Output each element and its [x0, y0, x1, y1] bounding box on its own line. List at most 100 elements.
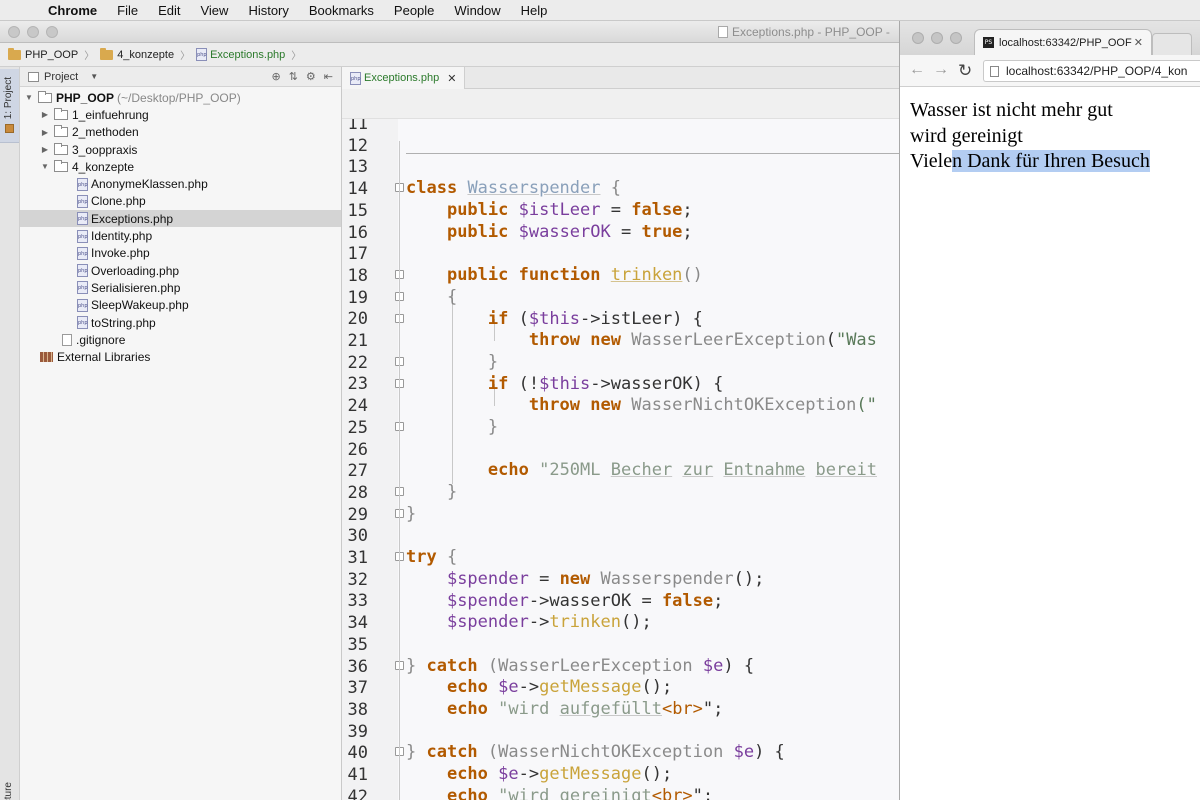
hide-panel-icon[interactable]: ⇤ — [324, 70, 333, 83]
tree-file-selected[interactable]: php Exceptions.php — [20, 210, 341, 228]
menu-help[interactable]: Help — [511, 0, 558, 21]
tree-folder[interactable]: ▶ 2_methoden — [20, 124, 341, 141]
reload-icon[interactable]: ↻ — [958, 61, 972, 81]
tree-file[interactable]: php AnonymeKlassen.php — [20, 175, 341, 192]
collapsed-arrow-icon[interactable]: ▶ — [40, 145, 50, 154]
code-string: " — [487, 699, 509, 719]
ide-window-title-text: Exceptions.php - PHP_OOP - — [732, 25, 890, 39]
code-line-30: try { — [406, 547, 457, 569]
window-minimize-button[interactable] — [27, 26, 39, 38]
tree-folder[interactable]: ▶ 3_ooppraxis — [20, 141, 341, 158]
code-keyword: new — [590, 395, 621, 415]
address-bar[interactable]: localhost:63342/PHP_OOP/4_kon — [983, 60, 1200, 82]
line-number: 25 — [347, 417, 368, 438]
code-keyword: echo — [446, 699, 488, 719]
close-icon[interactable]: ✕ — [447, 72, 456, 85]
menu-bookmarks[interactable]: Bookmarks — [299, 0, 384, 21]
project-tool-tab[interactable]: 1: Project — [0, 69, 19, 143]
line-number: 17 — [347, 244, 368, 265]
tab-exceptions-php[interactable]: php Exceptions.php ✕ — [342, 67, 466, 89]
line-number: 11 — [347, 119, 368, 134]
code-line-22: if (!$this->wasserOK) { — [406, 374, 723, 396]
editor-breadcrumb-strip — [342, 89, 900, 119]
expand-arrow-icon[interactable]: ▼ — [40, 162, 50, 171]
code-punct: ( — [477, 742, 499, 762]
menu-window[interactable]: Window — [444, 0, 510, 21]
breadcrumb-project[interactable]: PHP_OOP — [8, 47, 78, 61]
code-punct: ) { — [723, 656, 755, 676]
menu-view[interactable]: View — [190, 0, 238, 21]
close-icon[interactable]: ✕ — [1134, 36, 1143, 49]
code-punct: ( — [508, 309, 529, 329]
tree-folder[interactable]: ▼ 4_konzepte — [20, 158, 341, 175]
code-punct: } — [446, 482, 458, 502]
code-variable: $e — [702, 656, 724, 676]
collapsed-arrow-icon[interactable]: ▶ — [40, 128, 50, 137]
browser-minimize-button[interactable] — [931, 32, 943, 44]
browser-tab-localhost[interactable]: PS localhost:63342/PHP_OOF ✕ — [974, 29, 1152, 55]
breadcrumb-file[interactable]: php Exceptions.php — [196, 48, 285, 61]
code-keyword: if — [487, 374, 509, 394]
code-line-26: echo "250ML Becher zur Entnahme bereit — [406, 460, 877, 482]
chevron-right-icon: 〉 — [84, 51, 95, 62]
code-class-name: Wasserspender — [467, 178, 601, 198]
breadcrumb-folder[interactable]: 4_konzepte — [100, 47, 174, 61]
code-line-17: public function trinken() — [406, 265, 703, 287]
project-view-selector[interactable]: Project — [44, 71, 78, 83]
folder-icon — [54, 142, 68, 155]
collapsed-arrow-icon[interactable]: ▶ — [40, 110, 50, 119]
folder-icon — [54, 107, 68, 120]
tree-file[interactable]: php Clone.php — [20, 193, 341, 210]
text-file-icon — [62, 333, 72, 346]
tree-file-label: Identity.php — [91, 229, 153, 244]
menu-history[interactable]: History — [238, 0, 298, 21]
browser-zoom-button[interactable] — [950, 32, 962, 44]
tree-file[interactable]: .gitignore — [20, 331, 341, 348]
window-zoom-button[interactable] — [46, 26, 58, 38]
code-variable: $spender — [446, 591, 529, 611]
code-line-24: } — [406, 417, 498, 439]
browser-close-button[interactable] — [912, 32, 924, 44]
dropdown-arrow-icon[interactable]: ▼ — [90, 72, 98, 81]
code-punct: } — [406, 504, 417, 524]
line-number: 35 — [347, 634, 368, 655]
tree-file-label: toString.php — [91, 315, 156, 330]
tree-external-libraries[interactable]: External Libraries — [20, 348, 341, 365]
code-keyword: false — [631, 200, 683, 220]
sync-icon[interactable]: ⊕ — [271, 70, 280, 83]
output-line: Wasser ist nicht mehr gut — [910, 99, 1113, 121]
line-number: 16 — [347, 222, 368, 243]
code-editor[interactable]: 11 12 13 14 15 16 17 18 19 20 21 22 23 24 25 26 27 28 29 30… — [342, 119, 900, 800]
structure-tool-tab[interactable]: Structure — [3, 782, 14, 800]
tree-file[interactable]: php toString.php — [20, 314, 341, 331]
expand-arrow-icon[interactable]: ▼ — [24, 93, 34, 102]
line-number: 30 — [347, 526, 368, 547]
output-line: Vielen Dank für Ihren Besuch — [910, 149, 1200, 175]
code-line-19: if ($this->istLeer) { — [406, 309, 703, 331]
menu-file[interactable]: File — [107, 0, 148, 21]
menu-edit[interactable]: Edit — [148, 0, 190, 21]
back-arrow-icon[interactable]: ← — [909, 61, 925, 79]
menu-people[interactable]: People — [384, 0, 444, 21]
tree-file[interactable]: php Overloading.php — [20, 262, 341, 279]
code-punct: (); — [620, 612, 652, 632]
tool-window-strip: 1: Project Structure — [0, 67, 20, 800]
tree-root[interactable]: ▼ PHP_OOP (~/Desktop/PHP_OOP) — [20, 89, 341, 106]
tree-file[interactable]: php Invoke.php — [20, 245, 341, 262]
new-tab-button[interactable] — [1152, 33, 1192, 55]
php-file-icon: php — [77, 264, 88, 278]
code-class-name: Wasserspender — [600, 569, 734, 589]
window-close-button[interactable] — [8, 26, 20, 38]
menu-app-chrome[interactable]: Chrome — [40, 0, 107, 21]
tree-file[interactable]: php SleepWakeup.php — [20, 297, 341, 314]
line-number: 37 — [347, 678, 368, 699]
tree-folder[interactable]: ▶ 1_einfuehrung — [20, 106, 341, 123]
gear-icon[interactable]: ⚙ — [306, 70, 316, 83]
code-keyword: true — [641, 222, 683, 242]
forward-arrow-icon[interactable]: → — [933, 61, 949, 79]
collapse-all-icon[interactable]: ⇅ — [289, 70, 298, 83]
tree-file[interactable]: php Serialisieren.php — [20, 279, 341, 296]
code-string: " — [528, 460, 550, 480]
tree-file[interactable]: php Identity.php — [20, 227, 341, 244]
code-keyword: false — [661, 591, 714, 611]
